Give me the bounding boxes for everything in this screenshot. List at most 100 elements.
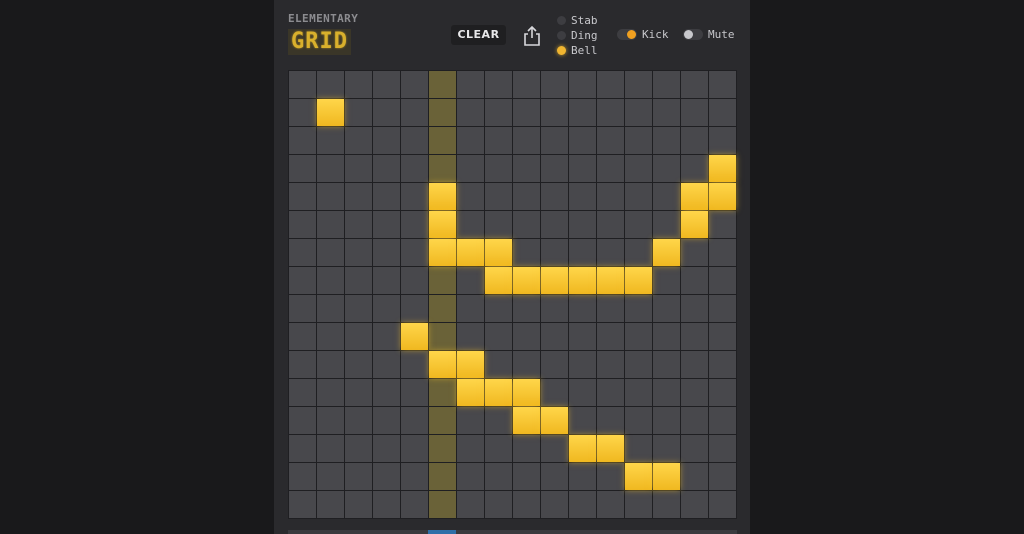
grid-cell[interactable]: [345, 71, 372, 98]
grid-cell[interactable]: [345, 379, 372, 406]
grid-cell[interactable]: [653, 463, 680, 490]
grid-cell[interactable]: [401, 351, 428, 378]
grid-cell[interactable]: [513, 379, 540, 406]
grid-cell[interactable]: [317, 211, 344, 238]
grid-cell[interactable]: [569, 71, 596, 98]
grid-cell[interactable]: [541, 323, 568, 350]
grid-cell[interactable]: [513, 491, 540, 518]
grid-cell[interactable]: [317, 267, 344, 294]
grid-cell[interactable]: [681, 295, 708, 322]
grid-cell[interactable]: [457, 71, 484, 98]
grid-cell[interactable]: [457, 183, 484, 210]
grid-cell[interactable]: [373, 323, 400, 350]
grid-cell[interactable]: [373, 155, 400, 182]
grid-cell[interactable]: [289, 379, 316, 406]
grid-cell[interactable]: [513, 211, 540, 238]
grid-cell[interactable]: [429, 239, 456, 266]
grid-cell[interactable]: [345, 127, 372, 154]
grid-cell[interactable]: [513, 351, 540, 378]
grid-cell[interactable]: [513, 99, 540, 126]
grid-cell[interactable]: [373, 463, 400, 490]
grid-cell[interactable]: [457, 267, 484, 294]
grid-cell[interactable]: [317, 127, 344, 154]
grid-cell[interactable]: [429, 463, 456, 490]
grid-cell[interactable]: [541, 211, 568, 238]
grid-cell[interactable]: [681, 155, 708, 182]
grid-cell[interactable]: [541, 463, 568, 490]
grid-cell[interactable]: [373, 267, 400, 294]
grid-cell[interactable]: [569, 127, 596, 154]
grid-cell[interactable]: [709, 183, 736, 210]
grid-cell[interactable]: [541, 379, 568, 406]
grid-cell[interactable]: [541, 267, 568, 294]
grid-cell[interactable]: [597, 99, 624, 126]
grid-cell[interactable]: [289, 491, 316, 518]
grid-cell[interactable]: [401, 407, 428, 434]
grid-cell[interactable]: [653, 127, 680, 154]
grid-cell[interactable]: [709, 323, 736, 350]
grid-cell[interactable]: [373, 127, 400, 154]
grid-cell[interactable]: [429, 323, 456, 350]
grid-cell[interactable]: [401, 323, 428, 350]
grid-cell[interactable]: [569, 99, 596, 126]
grid-cell[interactable]: [597, 71, 624, 98]
grid-cell[interactable]: [569, 491, 596, 518]
grid-cell[interactable]: [289, 463, 316, 490]
grid-cell[interactable]: [345, 211, 372, 238]
grid-cell[interactable]: [709, 463, 736, 490]
grid-cell[interactable]: [653, 295, 680, 322]
grid-cell[interactable]: [709, 407, 736, 434]
grid-cell[interactable]: [429, 491, 456, 518]
grid-cell[interactable]: [401, 239, 428, 266]
grid-cell[interactable]: [653, 99, 680, 126]
grid-cell[interactable]: [429, 407, 456, 434]
grid-cell[interactable]: [541, 435, 568, 462]
grid-cell[interactable]: [709, 295, 736, 322]
grid-cell[interactable]: [625, 323, 652, 350]
grid-cell[interactable]: [401, 435, 428, 462]
grid-cell[interactable]: [569, 211, 596, 238]
grid-cell[interactable]: [513, 239, 540, 266]
grid-cell[interactable]: [429, 379, 456, 406]
grid-cell[interactable]: [401, 267, 428, 294]
grid-cell[interactable]: [709, 71, 736, 98]
grid-cell[interactable]: [429, 435, 456, 462]
grid-cell[interactable]: [457, 127, 484, 154]
grid-cell[interactable]: [289, 295, 316, 322]
grid-cell[interactable]: [401, 71, 428, 98]
grid-cell[interactable]: [429, 71, 456, 98]
grid-cell[interactable]: [289, 323, 316, 350]
grid-cell[interactable]: [709, 267, 736, 294]
grid-cell[interactable]: [485, 351, 512, 378]
grid-cell[interactable]: [373, 295, 400, 322]
grid-cell[interactable]: [513, 295, 540, 322]
grid-cell[interactable]: [513, 463, 540, 490]
grid-cell[interactable]: [541, 351, 568, 378]
grid-cell[interactable]: [485, 239, 512, 266]
grid-cell[interactable]: [401, 99, 428, 126]
grid-cell[interactable]: [457, 239, 484, 266]
grid-cell[interactable]: [597, 211, 624, 238]
grid-cell[interactable]: [653, 183, 680, 210]
grid-cell[interactable]: [345, 463, 372, 490]
grid-cell[interactable]: [541, 491, 568, 518]
grid-cell[interactable]: [345, 183, 372, 210]
grid-cell[interactable]: [401, 127, 428, 154]
grid-cell[interactable]: [373, 211, 400, 238]
grid-cell[interactable]: [681, 71, 708, 98]
grid-cell[interactable]: [625, 379, 652, 406]
grid-cell[interactable]: [457, 463, 484, 490]
grid-cell[interactable]: [457, 379, 484, 406]
grid-cell[interactable]: [709, 211, 736, 238]
grid-cell[interactable]: [653, 239, 680, 266]
grid-cell[interactable]: [597, 267, 624, 294]
grid-cell[interactable]: [345, 267, 372, 294]
grid-cell[interactable]: [457, 155, 484, 182]
grid-cell[interactable]: [541, 295, 568, 322]
grid-cell[interactable]: [289, 183, 316, 210]
grid-cell[interactable]: [569, 463, 596, 490]
grid-cell[interactable]: [401, 295, 428, 322]
grid-cell[interactable]: [289, 267, 316, 294]
grid-cell[interactable]: [653, 407, 680, 434]
grid-cell[interactable]: [541, 183, 568, 210]
